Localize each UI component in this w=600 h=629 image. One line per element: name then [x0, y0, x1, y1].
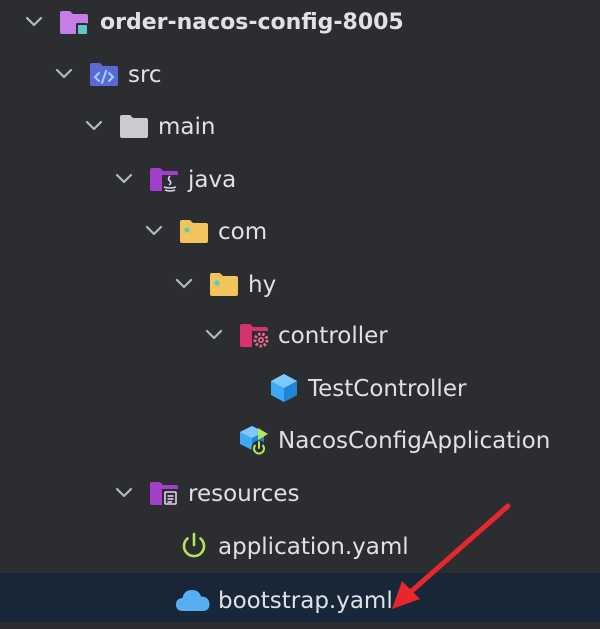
class-icon [271, 374, 297, 402]
controller-package-icon [240, 324, 270, 349]
chevron-down-icon[interactable] [53, 63, 75, 85]
tree-item-src[interactable]: src [0, 49, 600, 101]
tree-item-resources[interactable]: resources [0, 468, 600, 520]
tree-item-label: order-nacos-config-8005 [100, 10, 404, 35]
tree-item-test-controller[interactable]: TestController [0, 363, 600, 415]
tree-item-java[interactable]: java [0, 154, 600, 206]
tree-item-com[interactable]: com [0, 206, 600, 258]
chevron-down-icon[interactable] [173, 273, 195, 295]
tree-item-label: resources [188, 481, 300, 507]
tree-item-label: hy [248, 272, 277, 298]
chevron-down-icon[interactable] [113, 168, 135, 190]
tree-item-nacos-config-application[interactable]: NacosConfigApplication [0, 415, 600, 467]
package-icon [210, 273, 238, 296]
tree-item-project[interactable]: order-nacos-config-8005 [0, 0, 600, 49]
chevron-down-icon[interactable] [83, 115, 105, 137]
tree-item-hy[interactable]: hy [0, 259, 600, 311]
chevron-down-icon[interactable] [143, 220, 165, 242]
source-folder-icon [90, 63, 118, 86]
spring-boot-app-icon [240, 426, 268, 456]
tree-item-application-yaml[interactable]: application.yaml [0, 521, 600, 573]
chevron-down-icon[interactable] [203, 324, 225, 346]
java-source-root-icon [150, 168, 179, 193]
tree-item-label: src [128, 62, 162, 88]
tree-item-controller[interactable]: controller [0, 310, 600, 362]
tree-item-label: TestController [308, 376, 467, 402]
tree-item-label: main [158, 114, 216, 140]
package-icon [180, 220, 208, 243]
tree-item-bootstrap-yaml[interactable]: bootstrap.yaml [0, 573, 600, 622]
tree-item-label: bootstrap.yaml [218, 588, 393, 614]
chevron-down-icon[interactable] [113, 482, 135, 504]
project-tree: order-nacos-config-8005 src main java co… [0, 0, 600, 622]
tree-item-label: controller [278, 323, 388, 349]
folder-icon [120, 115, 148, 138]
cloud-icon [176, 590, 210, 611]
resources-folder-icon [150, 482, 179, 507]
spring-config-icon [182, 532, 206, 558]
tree-item-main[interactable]: main [0, 101, 600, 153]
tree-item-label: NacosConfigApplication [278, 428, 551, 454]
tree-item-label: java [188, 167, 237, 193]
tree-item-label: application.yaml [218, 534, 409, 560]
module-folder-icon [60, 11, 88, 35]
tree-item-label: com [218, 219, 268, 245]
chevron-down-icon[interactable] [23, 11, 45, 33]
